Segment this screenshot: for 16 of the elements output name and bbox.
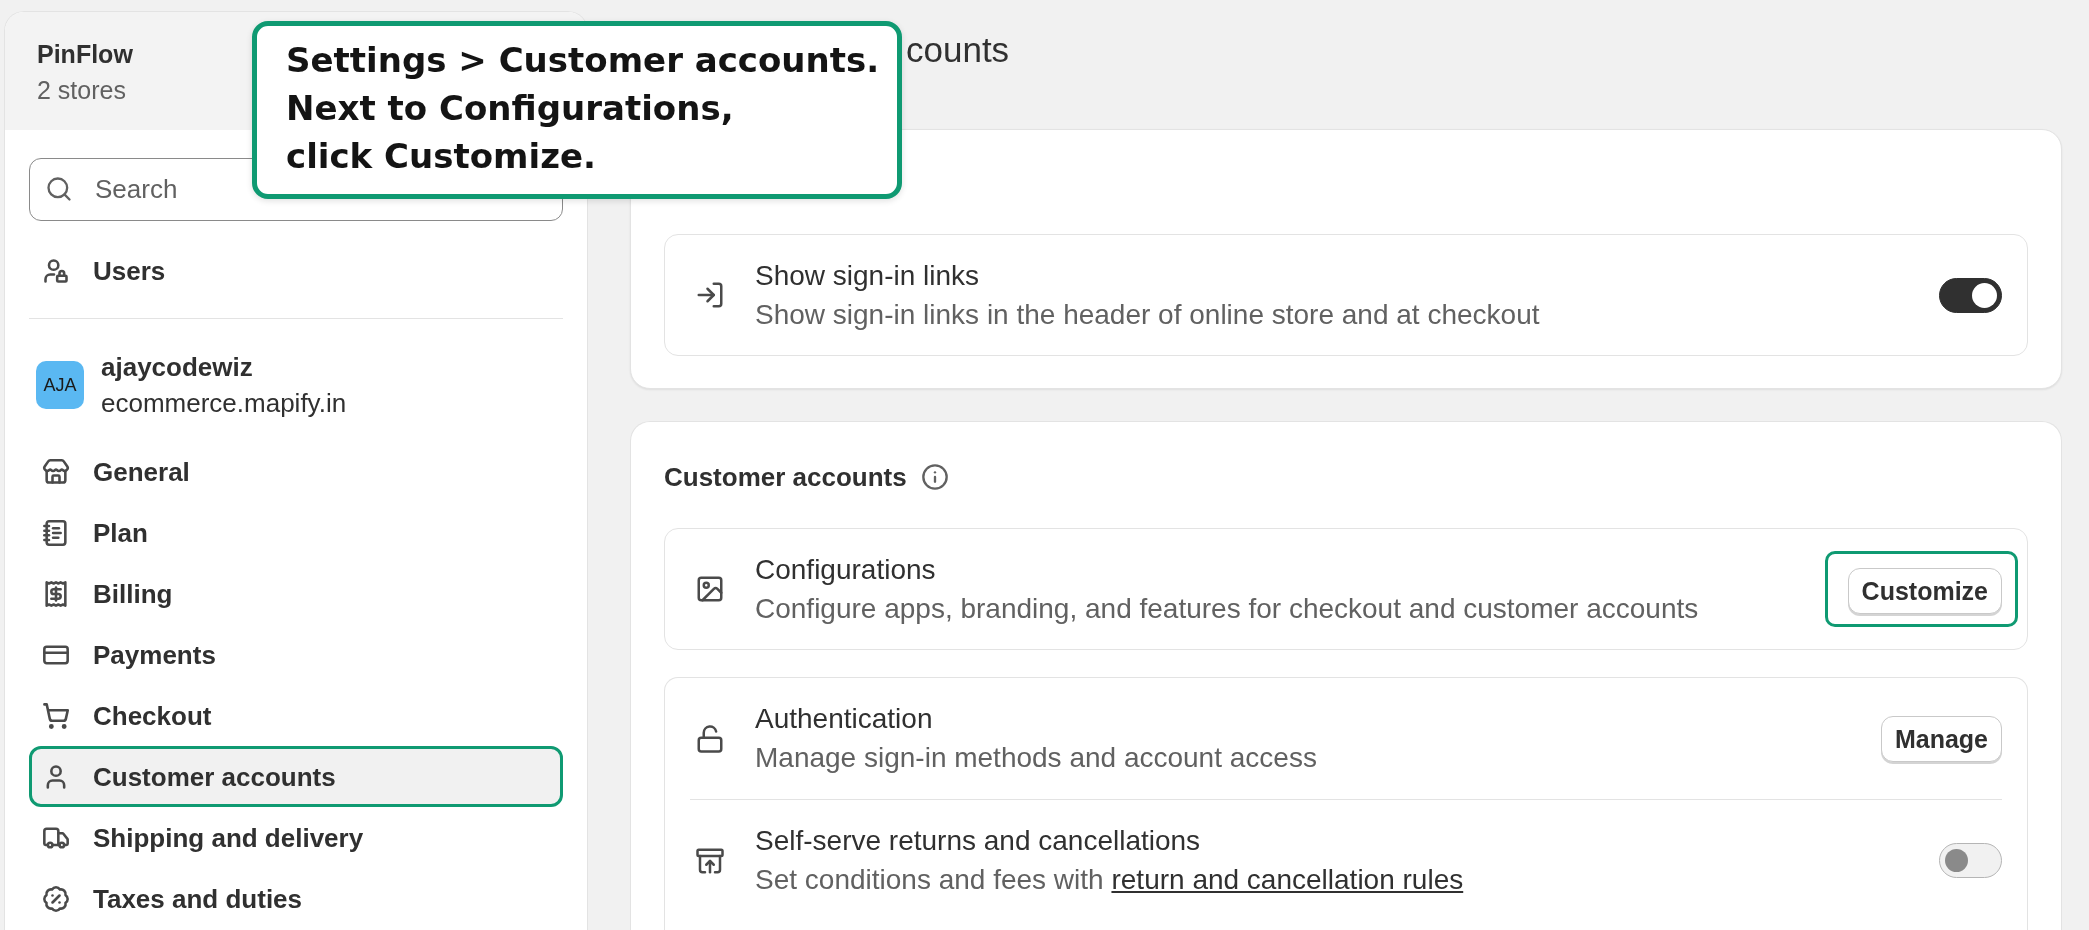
page-title: counts	[906, 30, 1010, 70]
row-title: Show sign-in links	[755, 258, 980, 293]
org-name: PinFlow	[37, 39, 133, 70]
row-description: Configure apps, branding, and features for checkout and customer accounts	[755, 591, 1699, 626]
section-heading: Customer accounts	[664, 461, 907, 493]
store-domain: ecommerce.mapify.in	[101, 387, 347, 420]
row-description: Show sign-in links in the header of online store and at checkout	[755, 297, 1540, 332]
store-count: 2 stores	[37, 75, 126, 106]
row-description: Set conditions and fees with return and cancellation rules	[755, 863, 1464, 897]
row-title: Authentication	[755, 702, 933, 736]
callout-text: Settings > Customer accounts. Next to Configurations, click Customize.	[286, 39, 881, 178]
row-title: Self-serve returns and cancellations	[755, 824, 1201, 858]
row-title: Configurations	[755, 552, 936, 587]
row-description: Manage sign-in methods and account access	[755, 741, 1317, 775]
store-name: ajaycodewiz	[101, 351, 253, 384]
store-avatar: AJA	[36, 361, 84, 409]
